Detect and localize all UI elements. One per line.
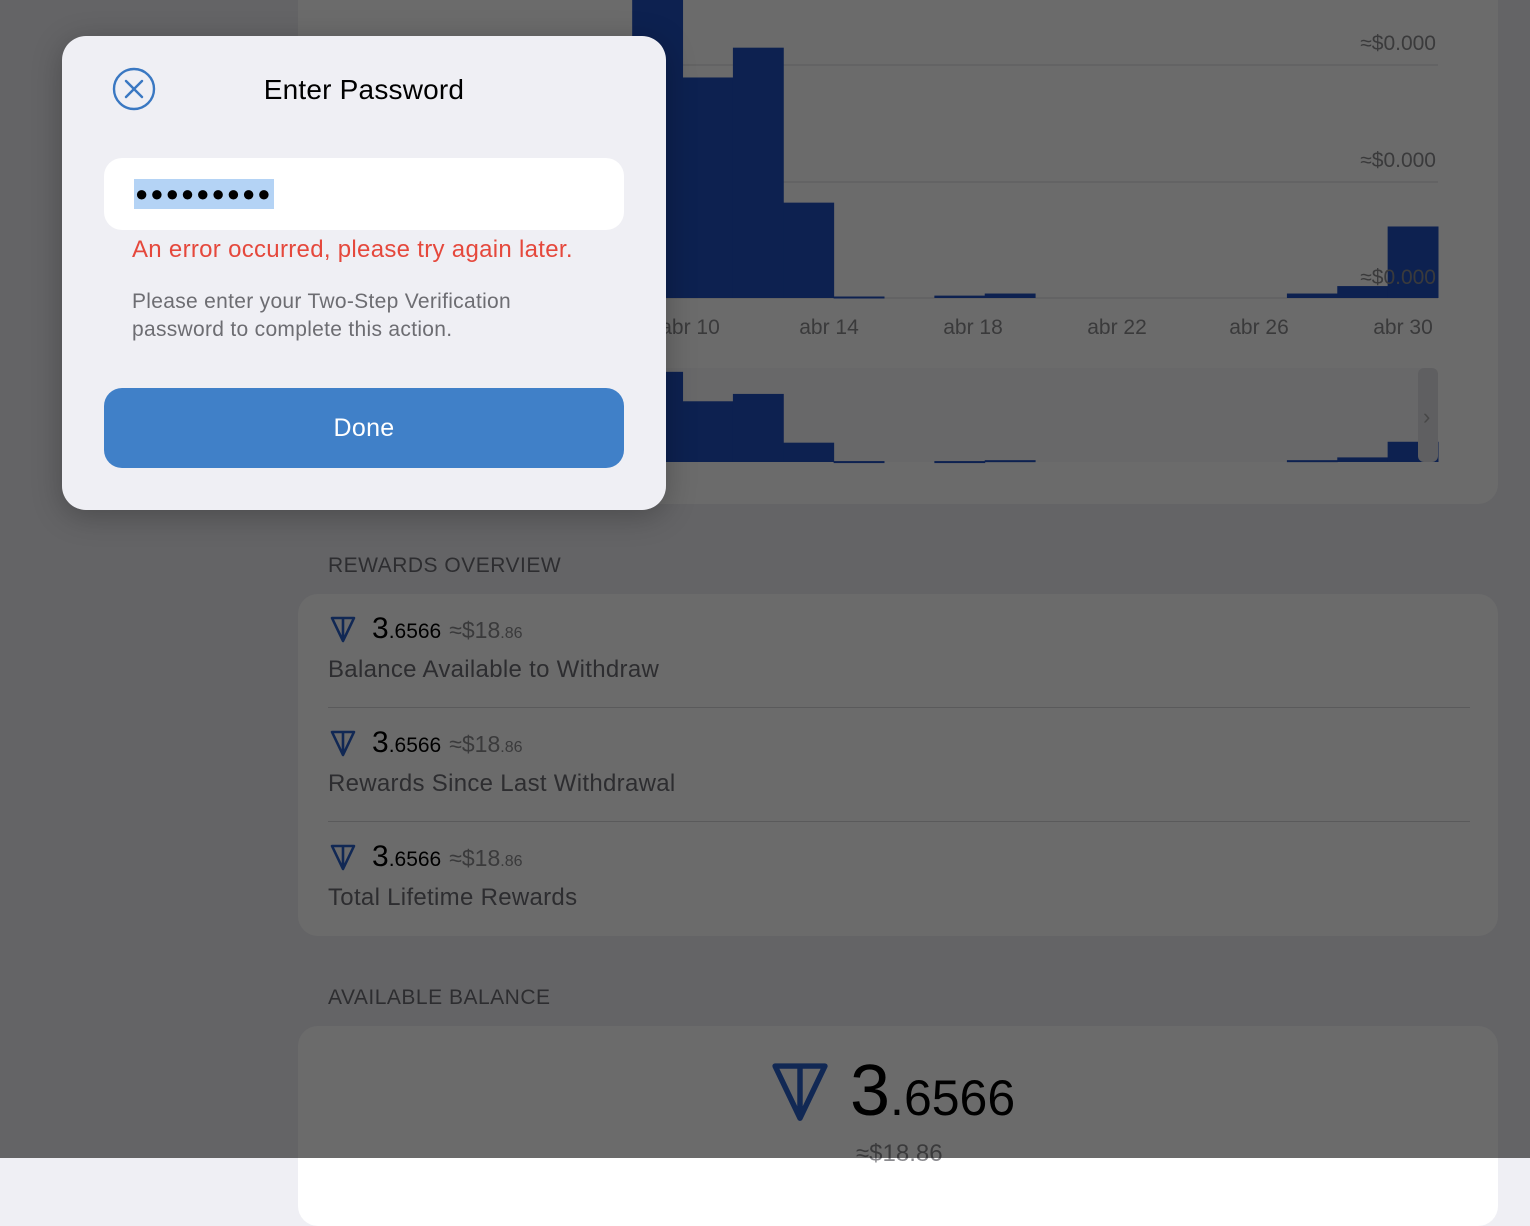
reward-row-lifetime: 3 .6566 ≈$18 .86 Total Lifetime Rewards [328, 822, 1470, 936]
chart-bar [783, 202, 835, 298]
balance-usd: ≈$18.86 [856, 1140, 943, 1167]
usd-value: ≈$18 [449, 845, 501, 871]
amount-frac: .6566 [388, 848, 442, 871]
y-tick-label: ≈$0.000 [1360, 149, 1436, 172]
reward-amount: 3 .6566 ≈$18 .86 [328, 840, 523, 874]
done-button[interactable]: Done [104, 388, 624, 468]
usd-value: ≈$18 [449, 617, 501, 643]
ton-icon [772, 1063, 828, 1121]
balance-frac: .6566 [890, 1070, 1016, 1126]
ton-icon [330, 844, 356, 871]
chart-bar [732, 47, 784, 299]
x-tick-label: abr 22 [1087, 316, 1147, 339]
chart-bar [984, 293, 1036, 298]
chart-bar [682, 77, 734, 298]
reward-row-balance: 3 .6566 ≈$18 .86 Balance Available to Wi… [328, 594, 1470, 708]
chevron-right-icon: › [1423, 404, 1430, 429]
usd-frac: .86 [500, 739, 523, 756]
chart-bar [1286, 293, 1338, 298]
navigator-bar [732, 393, 784, 462]
ton-icon [330, 730, 356, 757]
reward-amount: 3 .6566 ≈$18 .86 [328, 612, 523, 646]
navigator-bar [984, 460, 1036, 463]
password-input[interactable]: ●●●●●●●●● [104, 158, 624, 230]
available-balance-amount: 3 .6566 [766, 1050, 1015, 1132]
x-tick-label: abr 10 [660, 316, 720, 339]
navigator-bar [1337, 457, 1389, 462]
dialog-title: Enter Password [263, 74, 465, 105]
reward-label: Rewards Since Last Withdrawal [328, 770, 676, 797]
usd-frac: .86 [500, 625, 523, 642]
reward-row-since-withdrawal: 3 .6566 ≈$18 .86 Rewards Since Last With… [328, 708, 1470, 822]
amount-frac: .6566 [388, 734, 442, 757]
error-message: An error occurred, please try again late… [132, 236, 573, 263]
y-tick-label: ≈$0.000 [1360, 266, 1436, 289]
chart-bar [833, 296, 885, 299]
navigator-bar [833, 461, 885, 464]
password-dialog: Enter Password ●●●●●●●●● An error occurr… [62, 36, 666, 510]
amount-int: 3 [372, 612, 389, 645]
navigator-bar [1286, 460, 1338, 463]
x-tick-label: abr 30 [1373, 316, 1433, 339]
reward-label: Total Lifetime Rewards [328, 884, 578, 911]
balance-int: 3 [850, 1051, 891, 1131]
amount-int: 3 [372, 840, 389, 873]
available-balance-header: AVAILABLE BALANCE [328, 986, 551, 1009]
x-tick-label: abr 18 [943, 316, 1003, 339]
amount-frac: .6566 [388, 620, 442, 643]
usd-value: ≈$18 [449, 731, 501, 757]
ton-icon [330, 616, 356, 643]
password-value: ●●●●●●●●● [134, 179, 274, 209]
reward-amount: 3 .6566 ≈$18 .86 [328, 726, 523, 760]
x-tick-label: abr 14 [799, 316, 859, 339]
screen: ≈$0.000 ≈$0.000 ≈$0.000 abr 10 abr 14 abr 18… [0, 0, 1530, 1226]
usd-frac: .86 [500, 853, 523, 870]
rewards-overview-header: REWARDS OVERVIEW [328, 554, 562, 577]
hint-text: Please enter your Two-Step Verification … [132, 290, 512, 341]
navigator-bar [682, 401, 734, 462]
x-tick-label: abr 26 [1229, 316, 1289, 339]
chart-bar [934, 295, 986, 298]
navigator-bar [934, 461, 986, 464]
reward-label: Balance Available to Withdraw [328, 656, 660, 683]
y-tick-label: ≈$0.000 [1360, 32, 1436, 55]
amount-int: 3 [372, 726, 389, 759]
navigator-bar [783, 442, 835, 462]
